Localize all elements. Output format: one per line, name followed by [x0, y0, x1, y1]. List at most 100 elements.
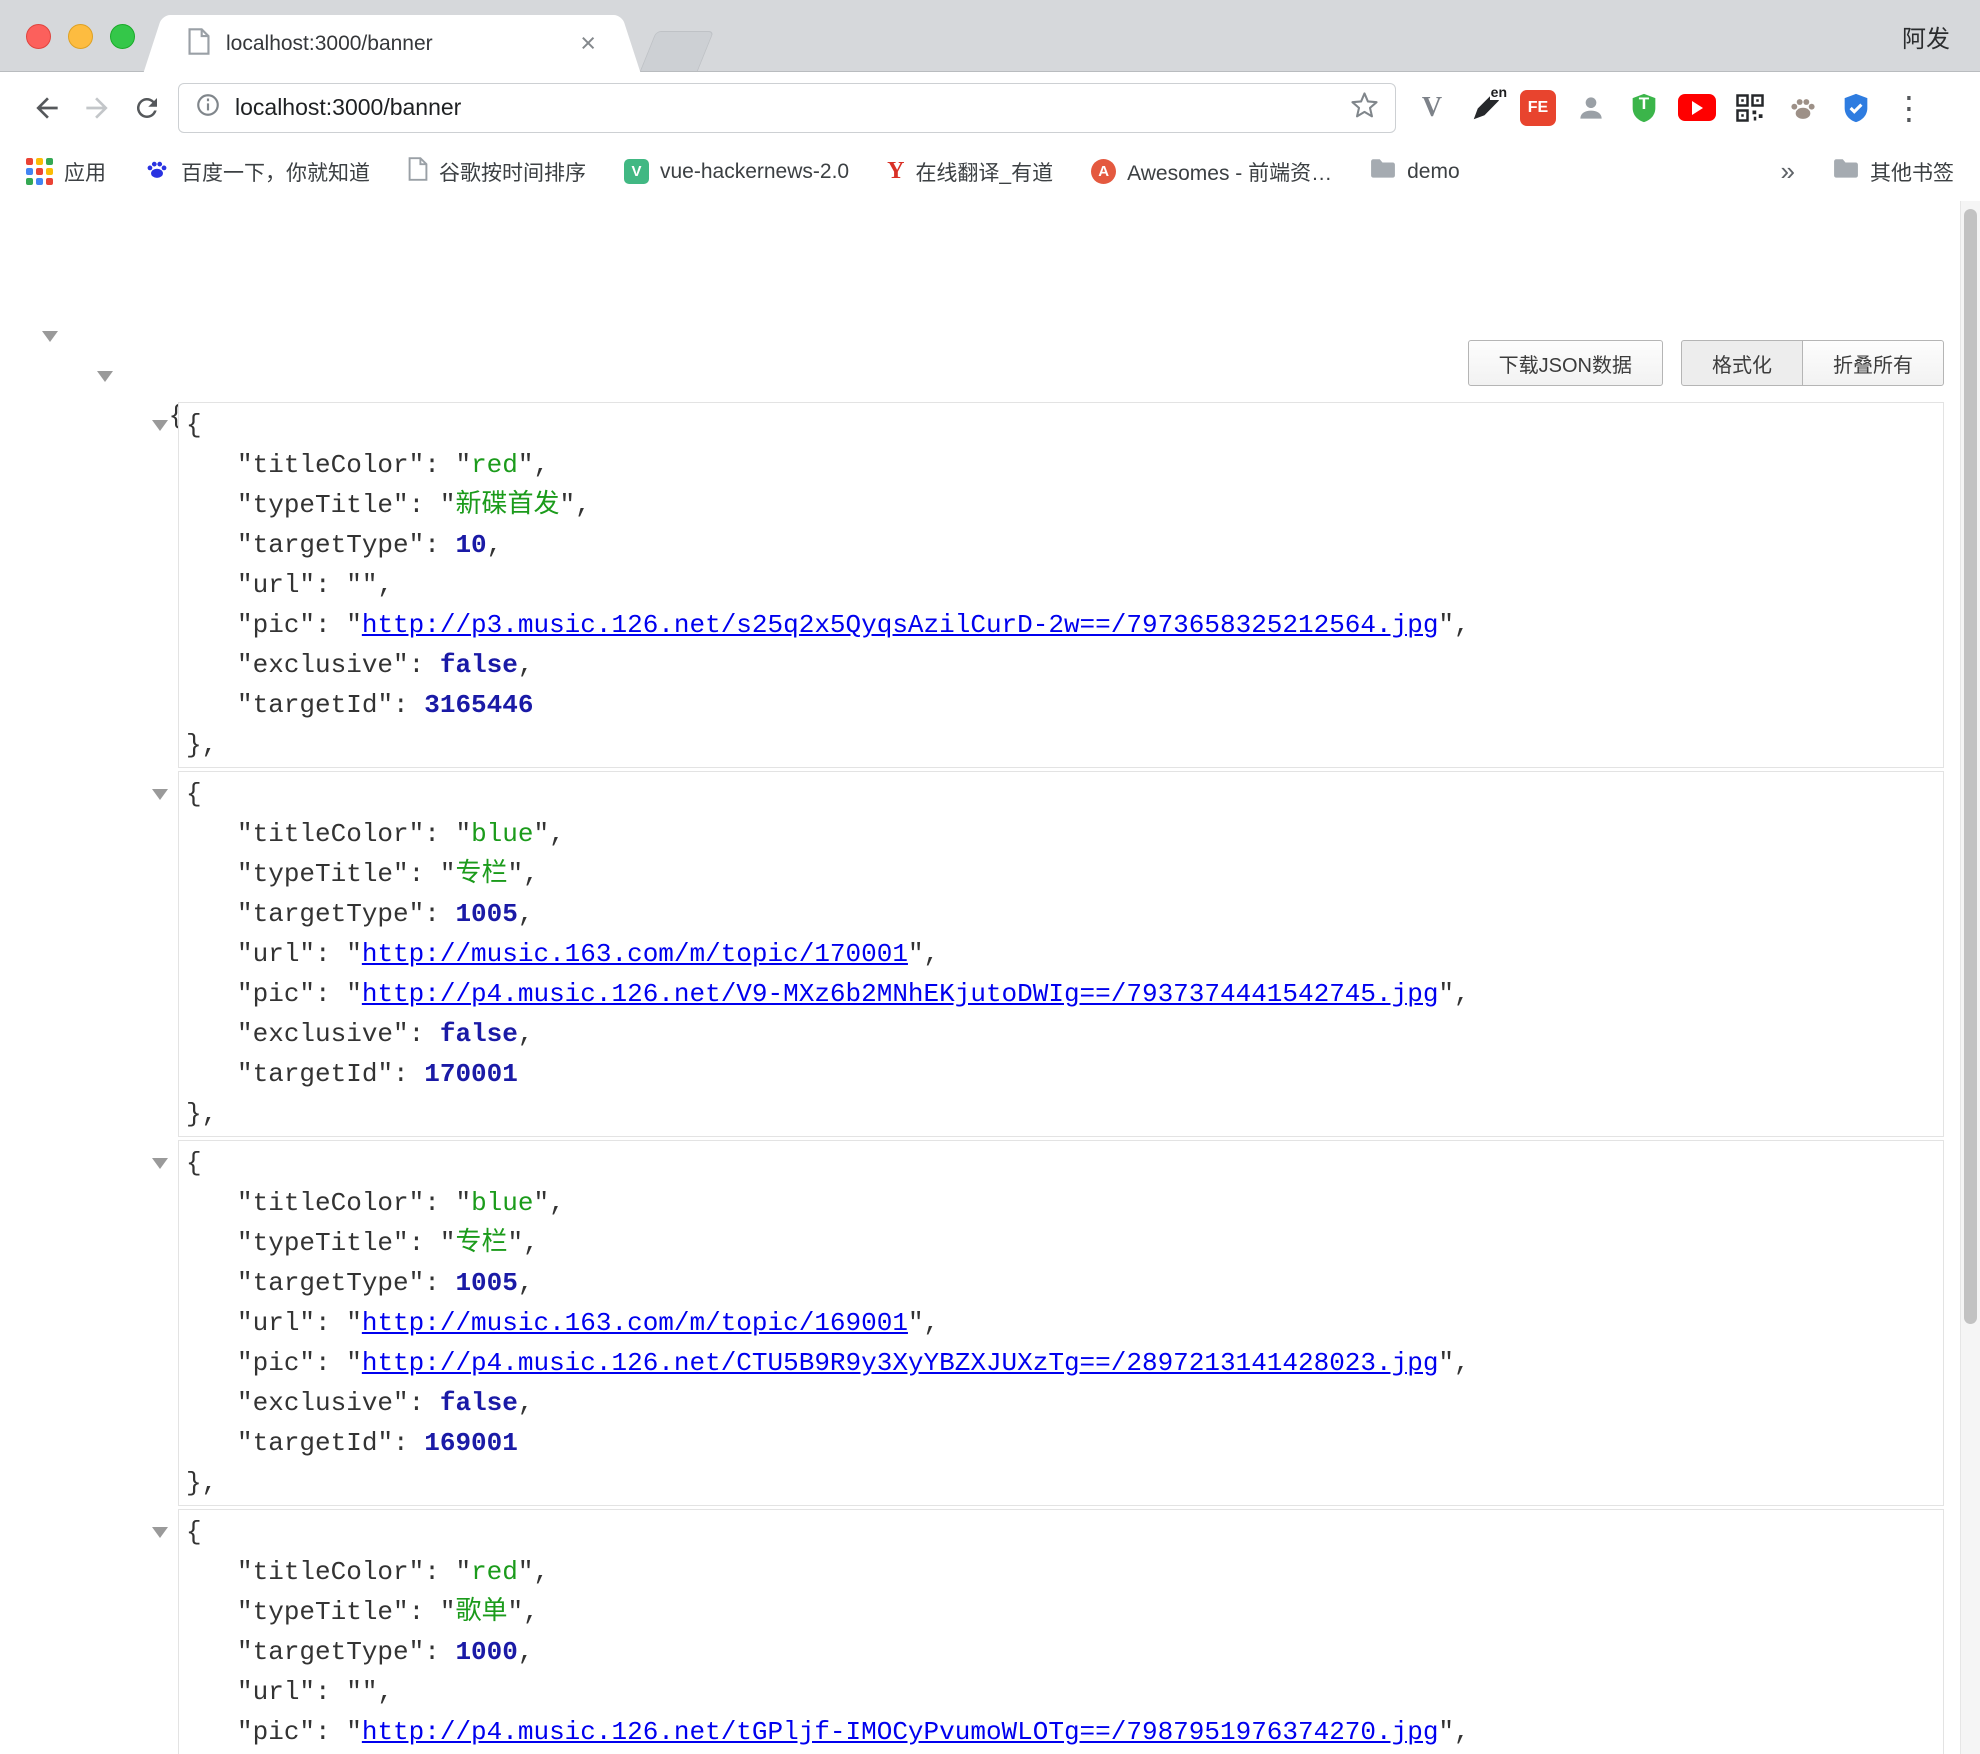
json-key: exclusive [253, 650, 393, 680]
json-token: , [523, 859, 539, 889]
json-token: " [346, 610, 362, 640]
json-string-value: 新碟首发 [455, 490, 559, 520]
vimium-icon[interactable]: V [1412, 88, 1452, 128]
new-tab-button[interactable] [640, 31, 714, 71]
json-token: " [237, 939, 253, 969]
json-token: " [237, 1268, 253, 1298]
json-token: ": [299, 939, 346, 969]
json-key: pic [253, 1348, 300, 1378]
json-token: " [237, 859, 253, 889]
bookmark-item-awesomes[interactable]: A Awesomes - 前端资… [1091, 157, 1332, 187]
bookmark-label: demo [1407, 160, 1460, 184]
minimize-window-button[interactable] [68, 24, 93, 49]
json-token: " [507, 1597, 523, 1627]
json-link-value[interactable]: http://music.163.com/m/topic/169001 [362, 1308, 908, 1338]
json-token: " [237, 1557, 253, 1587]
json-number-value: 170001 [424, 1059, 518, 1089]
bookmark-item-demo[interactable]: demo [1370, 158, 1460, 186]
json-token: " [237, 1388, 253, 1418]
json-token: " [455, 1557, 471, 1587]
json-key: typeTitle [253, 1228, 393, 1258]
scrollbar[interactable] [1960, 201, 1980, 1754]
profile-name[interactable]: 阿发 [1902, 0, 1950, 72]
bookmark-item-apps[interactable]: 应用 [26, 157, 106, 187]
json-key: targetId [253, 1059, 378, 1089]
json-token: { [186, 1517, 202, 1547]
close-window-button[interactable] [26, 24, 51, 49]
browser-menu-icon[interactable]: ⋮ [1889, 88, 1929, 128]
collapse-toggle-icon[interactable] [152, 1527, 168, 1538]
bookmark-item-youdao[interactable]: Y 在线翻译_有道 [887, 157, 1053, 187]
json-link-value[interactable]: http://p4.music.126.net/CTU5B9R9y3XyYBZX… [362, 1348, 1439, 1378]
reload-button[interactable] [122, 83, 172, 133]
json-token: " [1438, 979, 1454, 1009]
collapse-toggle-icon[interactable] [152, 420, 168, 431]
json-key: pic [253, 979, 300, 1009]
vue-icon: V [624, 159, 649, 184]
qr-code-icon[interactable] [1730, 88, 1770, 128]
collapse-toggle-icon[interactable] [42, 331, 58, 342]
json-link-value[interactable]: http://p4.music.126.net/V9-MXz6b2MNhEKju… [362, 979, 1439, 1009]
back-button[interactable] [22, 83, 72, 133]
collapse-toggle-icon[interactable] [152, 1158, 168, 1169]
json-token: " [346, 1308, 362, 1338]
json-key: titleColor [253, 450, 409, 480]
json-token: " [346, 979, 362, 1009]
baidu-paw-icon [144, 156, 170, 188]
green-shield-icon[interactable]: T [1624, 88, 1664, 128]
json-token: " [455, 1188, 471, 1218]
json-key: titleColor [253, 1557, 409, 1587]
json-token: , [518, 1019, 534, 1049]
bookmarks-overflow-chevron[interactable]: » [1781, 156, 1795, 187]
address-bar[interactable]: localhost:3000/banner [178, 83, 1396, 133]
json-token: , [518, 1268, 534, 1298]
bookmark-item-vue-hackernews[interactable]: V vue-hackernews-2.0 [624, 159, 849, 184]
json-line: "url": "", [179, 565, 1943, 605]
translate-pen-icon[interactable]: en [1465, 88, 1505, 128]
people-icon[interactable] [1571, 88, 1611, 128]
json-string-value: blue [471, 819, 533, 849]
json-token: ": [377, 690, 424, 720]
json-line: "titleColor": "red", [179, 1552, 1943, 1592]
json-token: " [237, 690, 253, 720]
json-token: " [1438, 1348, 1454, 1378]
json-token: ": [299, 1717, 346, 1747]
bookmarks-bar: 应用 百度一下，你就知道 谷歌按时间排序 V vue-hackernews-2.… [0, 143, 1980, 200]
scrollbar-thumb[interactable] [1964, 209, 1977, 1324]
json-key: targetType [253, 1637, 409, 1667]
forward-button[interactable] [72, 83, 122, 133]
json-line: }, [179, 1463, 1943, 1503]
url-text[interactable]: localhost:3000/banner [235, 94, 1350, 121]
json-token: " [1438, 1717, 1454, 1747]
json-key: exclusive [253, 1388, 393, 1418]
tab-close-icon[interactable]: × [580, 30, 596, 57]
browser-tab[interactable]: localhost:3000/banner × [168, 15, 616, 72]
json-key: url [253, 570, 300, 600]
page-info-icon[interactable] [195, 92, 221, 123]
json-token: , [518, 1388, 534, 1418]
json-token: , [924, 1308, 940, 1338]
other-bookmarks[interactable]: 其他书签 [1833, 157, 1954, 187]
zoom-window-button[interactable] [110, 24, 135, 49]
paw-print-icon[interactable] [1783, 88, 1823, 128]
json-link-value[interactable]: http://p3.music.126.net/s25q2x5QyqsAzilC… [362, 610, 1439, 640]
json-token: ": [393, 1597, 440, 1627]
youtube-icon[interactable] [1677, 88, 1717, 128]
blue-shield-check-icon[interactable] [1836, 88, 1876, 128]
json-token: { [186, 1148, 202, 1178]
json-link-value[interactable]: http://music.163.com/m/topic/170001 [362, 939, 908, 969]
bookmark-item-baidu[interactable]: 百度一下，你就知道 [144, 156, 370, 188]
json-link-value[interactable]: http://p4.music.126.net/tGPljf-IMOCyPvum… [362, 1717, 1439, 1747]
bookmark-star-icon[interactable] [1350, 91, 1379, 125]
json-line: { [179, 774, 1943, 814]
json-token: ": [409, 1188, 456, 1218]
tab-strip: localhost:3000/banner × 阿发 [0, 0, 1980, 72]
collapse-toggle-icon[interactable] [97, 371, 113, 382]
folder-icon [1833, 158, 1859, 186]
json-line: "pic": "http://p4.music.126.net/tGPljf-I… [179, 1712, 1943, 1752]
json-string-value: 专栏 [455, 1228, 507, 1258]
collapse-toggle-icon[interactable] [152, 789, 168, 800]
youdao-icon: Y [887, 158, 904, 185]
bookmark-item-google-sort[interactable]: 谷歌按时间排序 [408, 157, 586, 187]
fe-extension-icon[interactable]: FE [1518, 88, 1558, 128]
